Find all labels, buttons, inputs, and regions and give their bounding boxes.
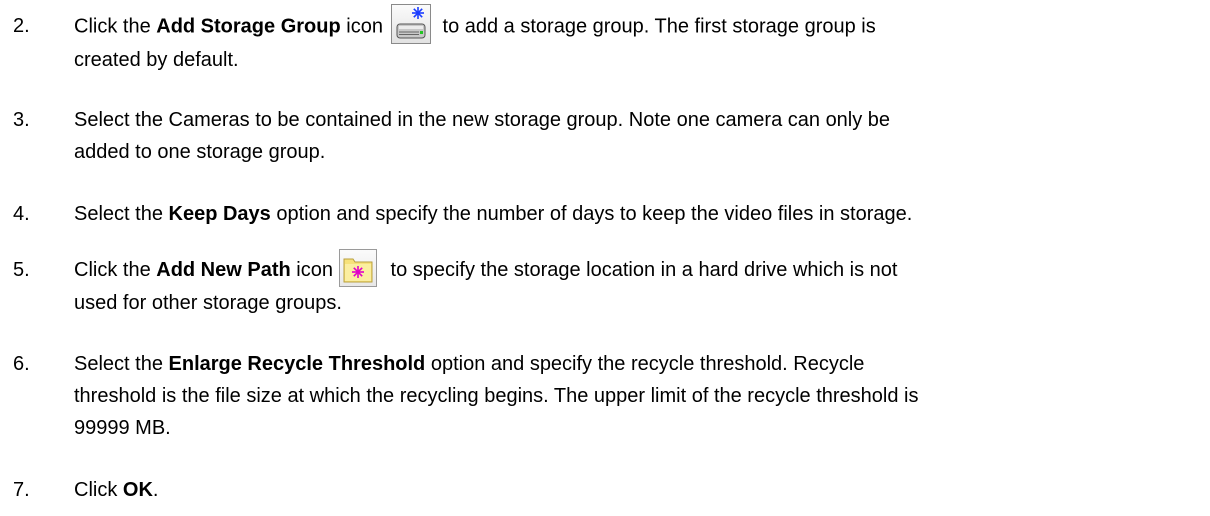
step-number: 4. bbox=[13, 203, 30, 225]
step-text: Select the Keep Days option and specify … bbox=[74, 203, 913, 225]
ui-term: Add New Path bbox=[156, 259, 291, 281]
instruction-document: 2. Click the Add Storage Group icon to a… bbox=[0, 0, 1210, 516]
ui-term: Enlarge Recycle Threshold bbox=[168, 353, 426, 375]
step-text: Click the Add New Path icon to specify t… bbox=[74, 248, 1204, 319]
step-text: Click OK. bbox=[74, 479, 159, 501]
step-number: 6. bbox=[13, 353, 30, 375]
step-number: 7. bbox=[13, 479, 30, 501]
step-number: 5. bbox=[13, 259, 30, 281]
ui-term: Keep Days bbox=[168, 203, 271, 225]
ui-term: OK bbox=[122, 479, 153, 501]
step-text: Click the Add Storage Group icon to add bbox=[74, 4, 1204, 76]
step-number: 2. bbox=[13, 15, 30, 37]
add-new-path-icon bbox=[338, 248, 377, 287]
step-number: 3. bbox=[13, 109, 30, 131]
step-text: Select the Enlarge Recycle Threshold opt… bbox=[74, 353, 919, 439]
step-text: Select the Cameras to be contained in th… bbox=[74, 109, 891, 163]
add-storage-group-icon bbox=[390, 4, 431, 44]
ui-term: Add Storage Group bbox=[156, 15, 341, 38]
